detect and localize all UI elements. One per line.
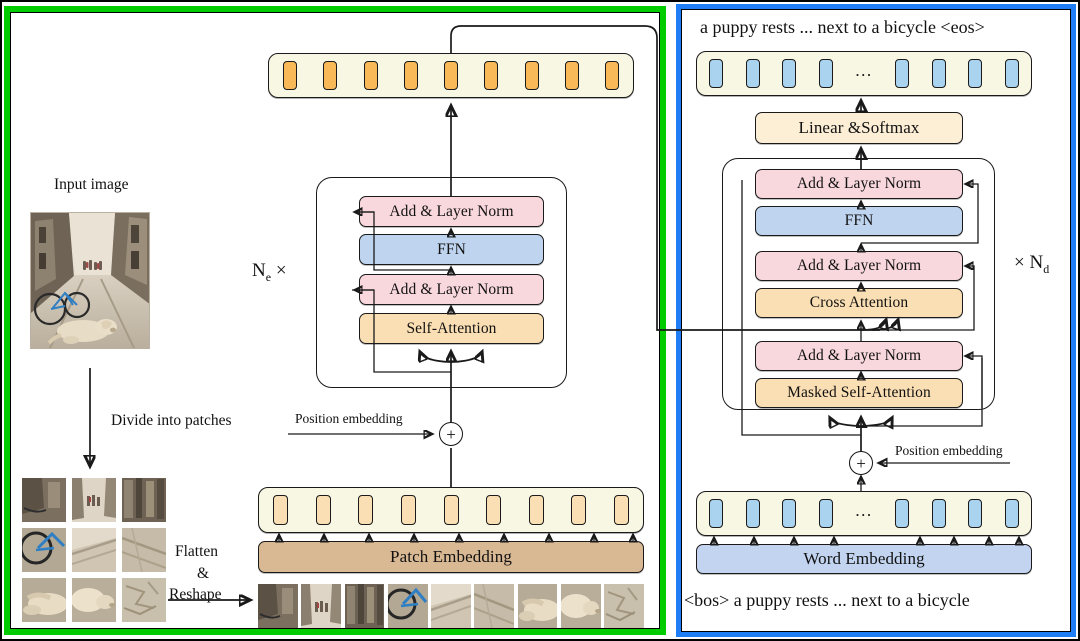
decoder-input-token bbox=[1005, 499, 1019, 528]
decoder-repeat-times: × bbox=[1014, 252, 1025, 273]
decoder-output-token bbox=[782, 59, 797, 88]
encoder-repeat-n: N bbox=[252, 260, 266, 281]
flatten-label-line3: Reshape bbox=[169, 586, 222, 603]
decoder-ffn[interactable]: FFN bbox=[755, 206, 963, 236]
decoder-input-caption: <bos> a puppy rests ... next to a bicycl… bbox=[684, 590, 970, 610]
flat-patch bbox=[431, 584, 471, 628]
decoder-output-token-strip: ... bbox=[696, 51, 1032, 96]
patch-cell bbox=[72, 478, 116, 522]
patch-cell bbox=[22, 478, 66, 522]
decoder-input-token bbox=[931, 499, 946, 528]
decoder-output-token bbox=[931, 59, 946, 88]
decoder-masked-self-attention[interactable]: Masked Self-Attention bbox=[755, 378, 963, 408]
encoder-input-token bbox=[400, 495, 416, 525]
flat-patch bbox=[387, 584, 428, 628]
encoder-input-token bbox=[315, 495, 331, 525]
encoder-input-token bbox=[273, 495, 288, 525]
decoder-repeat-label: × Nd bbox=[1014, 252, 1049, 277]
flat-patch bbox=[560, 584, 601, 628]
encoder-input-token bbox=[486, 495, 502, 525]
decoder-input-token bbox=[895, 499, 910, 528]
encoder-add-norm-1[interactable]: Add & Layer Norm bbox=[359, 274, 544, 305]
flat-patch bbox=[301, 584, 342, 628]
encoder-position-embedding-label: Position embedding bbox=[295, 411, 403, 426]
decoder-output-token bbox=[818, 59, 833, 88]
decoder-output-token bbox=[895, 59, 910, 88]
encoder-input-token-strip bbox=[258, 487, 644, 533]
decoder-input-token-strip: ... bbox=[696, 491, 1032, 536]
encoder-sum-node: + bbox=[439, 422, 463, 446]
flat-patch bbox=[604, 584, 645, 628]
decoder-input-token bbox=[782, 499, 797, 528]
figure-canvas: Input image Divide into patches Flatten … bbox=[0, 0, 1080, 641]
patch-grid bbox=[22, 478, 166, 622]
flatten-label-line1: Flatten bbox=[175, 543, 219, 560]
decoder-input-token bbox=[818, 499, 833, 528]
encoder-output-token-strip bbox=[268, 53, 634, 98]
decoder-output-token bbox=[709, 59, 723, 88]
encoder-output-token bbox=[605, 61, 619, 90]
encoder-repeat-times: × bbox=[275, 260, 287, 281]
encoder-output-token bbox=[564, 61, 579, 90]
flat-patch bbox=[517, 584, 558, 628]
patch-cell bbox=[22, 578, 66, 622]
decoder-output-caption: a puppy rests ... next to a bicycle <eos… bbox=[700, 17, 985, 37]
flat-patch bbox=[344, 584, 385, 628]
linear-softmax-block[interactable]: Linear &Softmax bbox=[755, 112, 963, 144]
encoder-output-token bbox=[524, 61, 539, 90]
encoder-output-token bbox=[363, 61, 378, 90]
patch-cell bbox=[22, 528, 66, 572]
flatten-label-line2: & bbox=[197, 565, 210, 582]
decoder-repeat-sub: d bbox=[1043, 261, 1050, 276]
encoder-output-token bbox=[283, 61, 297, 90]
patch-cell bbox=[122, 578, 166, 622]
decoder-add-norm-2[interactable]: Add & Layer Norm bbox=[755, 251, 963, 281]
flat-patch bbox=[258, 584, 298, 628]
decoder-output-token bbox=[968, 59, 983, 88]
decoder-repeat-n: N bbox=[1029, 252, 1044, 273]
patch-cell bbox=[72, 578, 116, 622]
encoder-output-token bbox=[323, 61, 338, 90]
encoder-output-token bbox=[444, 61, 458, 90]
decoder-input-token bbox=[709, 499, 723, 528]
decoder-sum-node: + bbox=[849, 451, 873, 475]
decoder-input-token bbox=[745, 499, 760, 528]
decoder-input-token bbox=[968, 499, 983, 528]
flattened-patch-row bbox=[258, 584, 645, 630]
encoder-repeat-sub: e bbox=[265, 269, 272, 284]
patch-embedding-block[interactable]: Patch Embedding bbox=[258, 541, 644, 573]
patch-cell bbox=[122, 478, 166, 522]
patch-cell bbox=[122, 528, 166, 572]
encoder-output-token bbox=[403, 61, 418, 90]
flat-patch bbox=[474, 584, 515, 628]
decoder-output-token bbox=[745, 59, 760, 88]
patch-cell bbox=[72, 528, 116, 572]
encoder-input-token bbox=[443, 495, 459, 525]
decoder-position-embedding-label: Position embedding bbox=[895, 443, 1003, 458]
input-image-label: Input image bbox=[54, 176, 129, 193]
encoder-input-token bbox=[614, 495, 629, 525]
encoder-repeat-label: Ne × bbox=[252, 260, 287, 285]
encoder-ffn[interactable]: FFN bbox=[359, 234, 544, 265]
decoder-input-ellipsis: ... bbox=[855, 501, 873, 520]
divide-into-patches-label: Divide into patches bbox=[111, 412, 232, 429]
word-embedding-block[interactable]: Word Embedding bbox=[696, 544, 1032, 574]
encoder-self-attention[interactable]: Self-Attention bbox=[359, 313, 544, 344]
decoder-add-norm-3[interactable]: Add & Layer Norm bbox=[755, 169, 963, 199]
decoder-output-token bbox=[1005, 59, 1019, 88]
decoder-cross-attention[interactable]: Cross Attention bbox=[755, 288, 963, 318]
input-image bbox=[30, 212, 150, 349]
decoder-add-norm-1[interactable]: Add & Layer Norm bbox=[755, 341, 963, 371]
encoder-input-token bbox=[528, 495, 544, 525]
encoder-input-token bbox=[358, 495, 374, 525]
encoder-output-token bbox=[484, 61, 499, 90]
encoder-input-token bbox=[571, 495, 587, 525]
decoder-output-ellipsis: ... bbox=[855, 61, 873, 80]
encoder-add-norm-2[interactable]: Add & Layer Norm bbox=[359, 196, 544, 227]
